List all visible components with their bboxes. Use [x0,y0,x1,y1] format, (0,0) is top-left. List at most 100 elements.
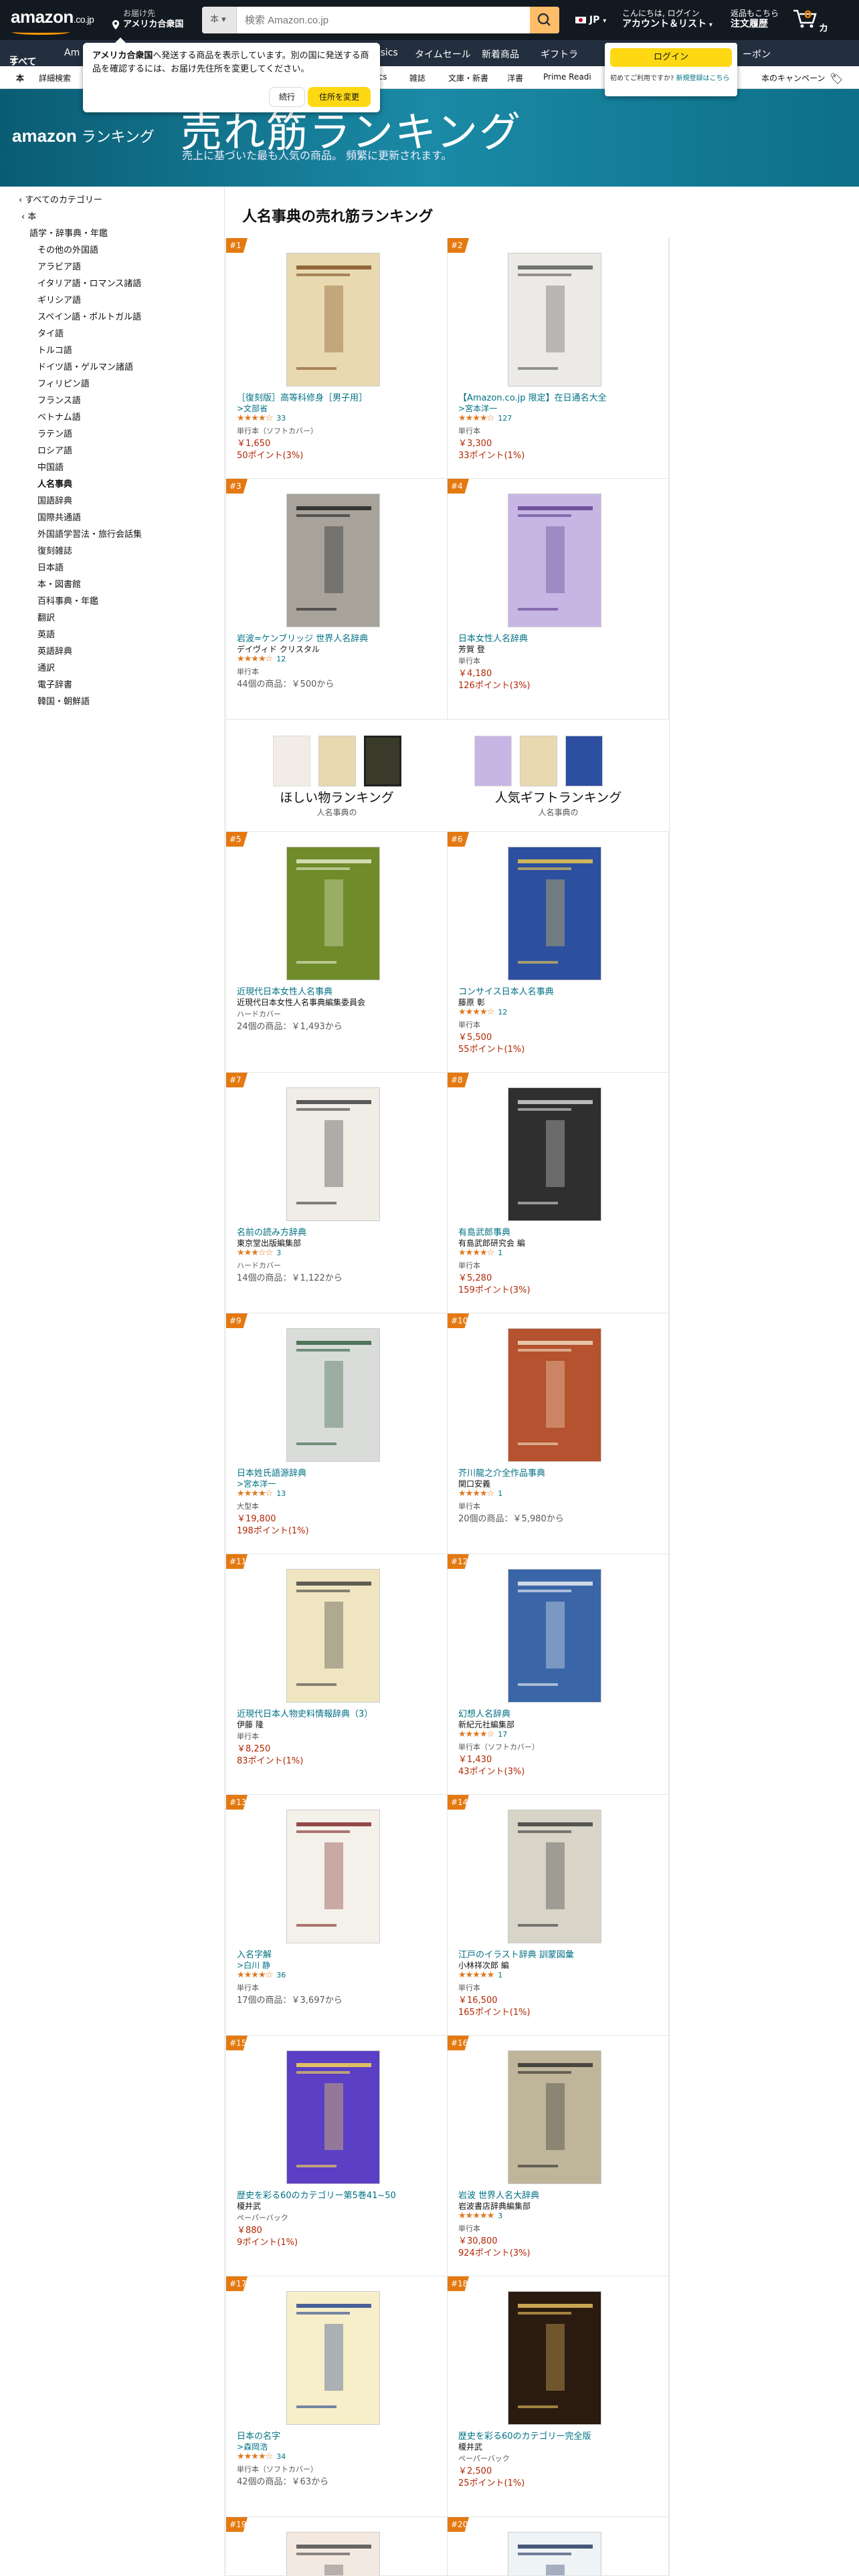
review-count[interactable]: 1 [498,1971,502,1979]
rating-stars[interactable]: ★★★★★ 3 [458,2211,502,2221]
review-count[interactable]: 1 [498,1489,502,1498]
sidebar-item[interactable]: 本・図書館 [37,577,81,590]
language-selector[interactable]: JP ▾ [575,15,606,25]
product-title-link[interactable]: 近現代日本女性人名事典 [237,984,438,997]
subnav-item[interactable]: 詳細検索 [39,72,71,84]
subnav-item[interactable]: 洋書 [507,72,523,84]
rating-stars[interactable]: ★★★☆☆ 3 [237,1248,281,1258]
book-cover[interactable] [508,1087,601,1221]
book-cover[interactable] [508,1569,601,1703]
product-card[interactable]: #6 コンサイス日本人名事典 藤原 彰 ★★★★☆ 12 単行本 ￥5,500 55ポイント(… [448,832,669,1073]
product-card[interactable]: #11 近現代日本人物史料情報辞典（3） 伊藤 隆単行本 ￥8,250 83ポイント(1… [226,1554,448,1795]
product-title-link[interactable]: 岩波 世界人名大辞典 [458,2188,659,2201]
product-title-link[interactable]: 江戸のイラスト辞典 訓蒙図彙 [458,1947,659,1960]
review-count[interactable]: 3 [498,2212,502,2220]
sidebar-item[interactable]: 国語辞典 [37,494,72,506]
search-category-select[interactable]: 本 ▾ [202,7,237,33]
sidebar-item[interactable]: ‹ 本 [21,209,36,222]
rating-stars[interactable]: ★★★★☆ 1 [458,1489,502,1499]
product-title-link[interactable]: ［復刻版］高等科修身［男子用］ [237,391,438,403]
book-cover[interactable] [286,1328,380,1462]
review-count[interactable]: 13 [276,1489,286,1498]
nav-item[interactable]: Am [64,47,80,58]
deliver-to[interactable]: お届け先 アメリカ合衆国 [114,8,183,30]
product-card[interactable]: #3 岩波=ケンブリッジ 世界人名辞典 デイヴィド クリスタル ★★★★☆ 12 単行本 4… [226,479,448,720]
sidebar-item[interactable]: 外国語学習法・旅行会話集 [37,527,142,540]
product-card[interactable]: #2 【Amazon.co.jp 限定】在日通名大全 >宮本洋一 ★★★★☆ 127 単行… [448,238,669,479]
product-author[interactable]: >文部省 [237,403,268,414]
sidebar-item[interactable]: フランス語 [37,393,81,406]
product-card[interactable]: #5 近現代日本女性人名事典 近現代日本女性人名事典編集委員会 ハードカバー 24個の商… [226,832,448,1073]
sidebar-item[interactable]: ラテン語 [37,427,72,439]
sidebar-item[interactable]: トルコ語 [37,343,72,356]
book-cover[interactable] [286,2291,380,2425]
product-title-link[interactable]: 幻想人名辞典 [458,1707,659,1719]
sidebar-item[interactable]: ‹ すべてのカテゴリー [19,193,102,205]
review-count[interactable]: 1 [498,1249,502,1257]
book-cover[interactable] [508,847,601,980]
book-cover[interactable] [508,1328,601,1462]
sidebar-item[interactable]: 翻訳 [37,611,55,623]
book-cover[interactable] [286,253,380,387]
search-input[interactable] [241,7,522,33]
product-title-link[interactable]: 日本姓氏語源辞典 [237,1466,438,1479]
gift-ranking-link[interactable]: 人気ギフトランキング 人名事典の [448,720,669,832]
sidebar-item[interactable]: 電子辞書 [37,677,72,690]
product-title-link[interactable]: 名前の読み方辞典 [237,1225,438,1238]
register-link[interactable]: 新規登録はこちら [676,75,730,82]
returns-orders[interactable]: 返品もこちら 注文履歴 [731,8,779,29]
book-cover[interactable] [508,494,601,627]
sidebar-item[interactable]: 復刻雑誌 [37,544,72,556]
rating-stars[interactable]: ★★★★☆ 34 [237,2452,286,2462]
sidebar-item-selected[interactable]: 人名事典 [37,477,72,490]
sidebar-item[interactable]: アラビア語 [37,259,81,272]
product-title-link[interactable]: 有島武郎事典 [458,1225,659,1238]
sidebar-item[interactable]: 百科事典・年鑑 [37,594,98,607]
product-card[interactable]: #19 [226,2517,448,2576]
sidebar-item[interactable]: ベトナム語 [37,410,81,423]
subnav-item[interactable]: 本のキャンペーン [761,72,825,84]
rating-stars[interactable]: ★★★★☆ 33 [237,413,286,423]
subnav-item[interactable]: 雑誌 [409,72,425,84]
sidebar-item[interactable]: スペイン語・ポルトガル語 [37,310,141,322]
review-count[interactable]: 3 [276,1249,281,1257]
product-title-link[interactable]: 入名字解 [237,1947,438,1960]
rating-stars[interactable]: ★★★★☆ 1 [458,1248,502,1258]
product-title-link[interactable]: コンサイス日本人名事典 [458,984,659,997]
sidebar-item[interactable]: タイ語 [37,326,64,339]
book-cover[interactable] [286,1569,380,1703]
book-cover[interactable] [508,2291,601,2425]
review-count[interactable]: 17 [498,1730,507,1739]
book-cover[interactable] [508,253,601,387]
sidebar-item[interactable]: ギリシア語 [37,293,81,306]
subnav-item[interactable]: 本 [16,72,24,84]
nav-item[interactable]: タイムセール [415,47,471,61]
amazon-logo[interactable]: amazon.co.jp [11,7,94,27]
product-card[interactable]: #8 有島武郎事典 有島武郎研究会 編 ★★★★☆ 1 単行本 ￥5,280 159ポイント(… [448,1073,669,1313]
product-title-link[interactable]: 歴史を彩る60のカテゴリー第5巻41~50 [237,2188,438,2201]
product-author[interactable]: >白川 静 [237,1959,270,1971]
product-card[interactable]: #14 江戸のイラスト辞典 訓蒙図彙 小林祥次郎 編 ★★★★★ 1 単行本 ￥16,500… [448,1795,669,2036]
rating-stars[interactable]: ★★★★☆ 12 [458,1007,507,1017]
search-button[interactable] [530,7,559,33]
book-cover[interactable]: 難読 [508,2532,601,2575]
nav-item[interactable]: ーポン [743,47,771,61]
book-cover[interactable] [286,847,380,980]
rating-stars[interactable]: ★★★★☆ 12 [237,654,286,664]
sidebar-item[interactable]: 英語辞典 [37,644,72,657]
rating-stars[interactable]: ★★★★☆ 36 [237,1970,286,1980]
product-card[interactable]: #10 芥川龍之介全作品事典 関口安義 ★★★★☆ 1 単行本 20個の商品：￥5,980か… [448,1313,669,1554]
product-card[interactable]: #4 日本女性人名辞典 芳賀 登単行本 ￥4,180 126ポイント(3%) [448,479,669,720]
sidebar-item[interactable]: 英語 [37,627,55,640]
sidebar-item[interactable]: イタリア語・ロマンス諸語 [37,276,141,289]
sidebar-item[interactable]: その他の外国語 [37,243,98,255]
product-title-link[interactable]: 岩波=ケンブリッジ 世界人名辞典 [237,631,438,644]
rating-stars[interactable]: ★★★★☆ 13 [237,1489,286,1499]
wishlist-ranking-link[interactable]: ほしい物ランキング 人名事典の [226,720,448,832]
review-count[interactable]: 127 [498,414,512,423]
product-author[interactable]: >宮本洋一 [458,403,497,414]
continue-button[interactable]: 続行 [269,87,305,107]
product-title-link[interactable]: 芥川龍之介全作品事典 [458,1466,659,1479]
sidebar-item[interactable]: 通訳 [37,661,55,673]
subnav-item[interactable]: 文庫・新書 [448,72,488,84]
